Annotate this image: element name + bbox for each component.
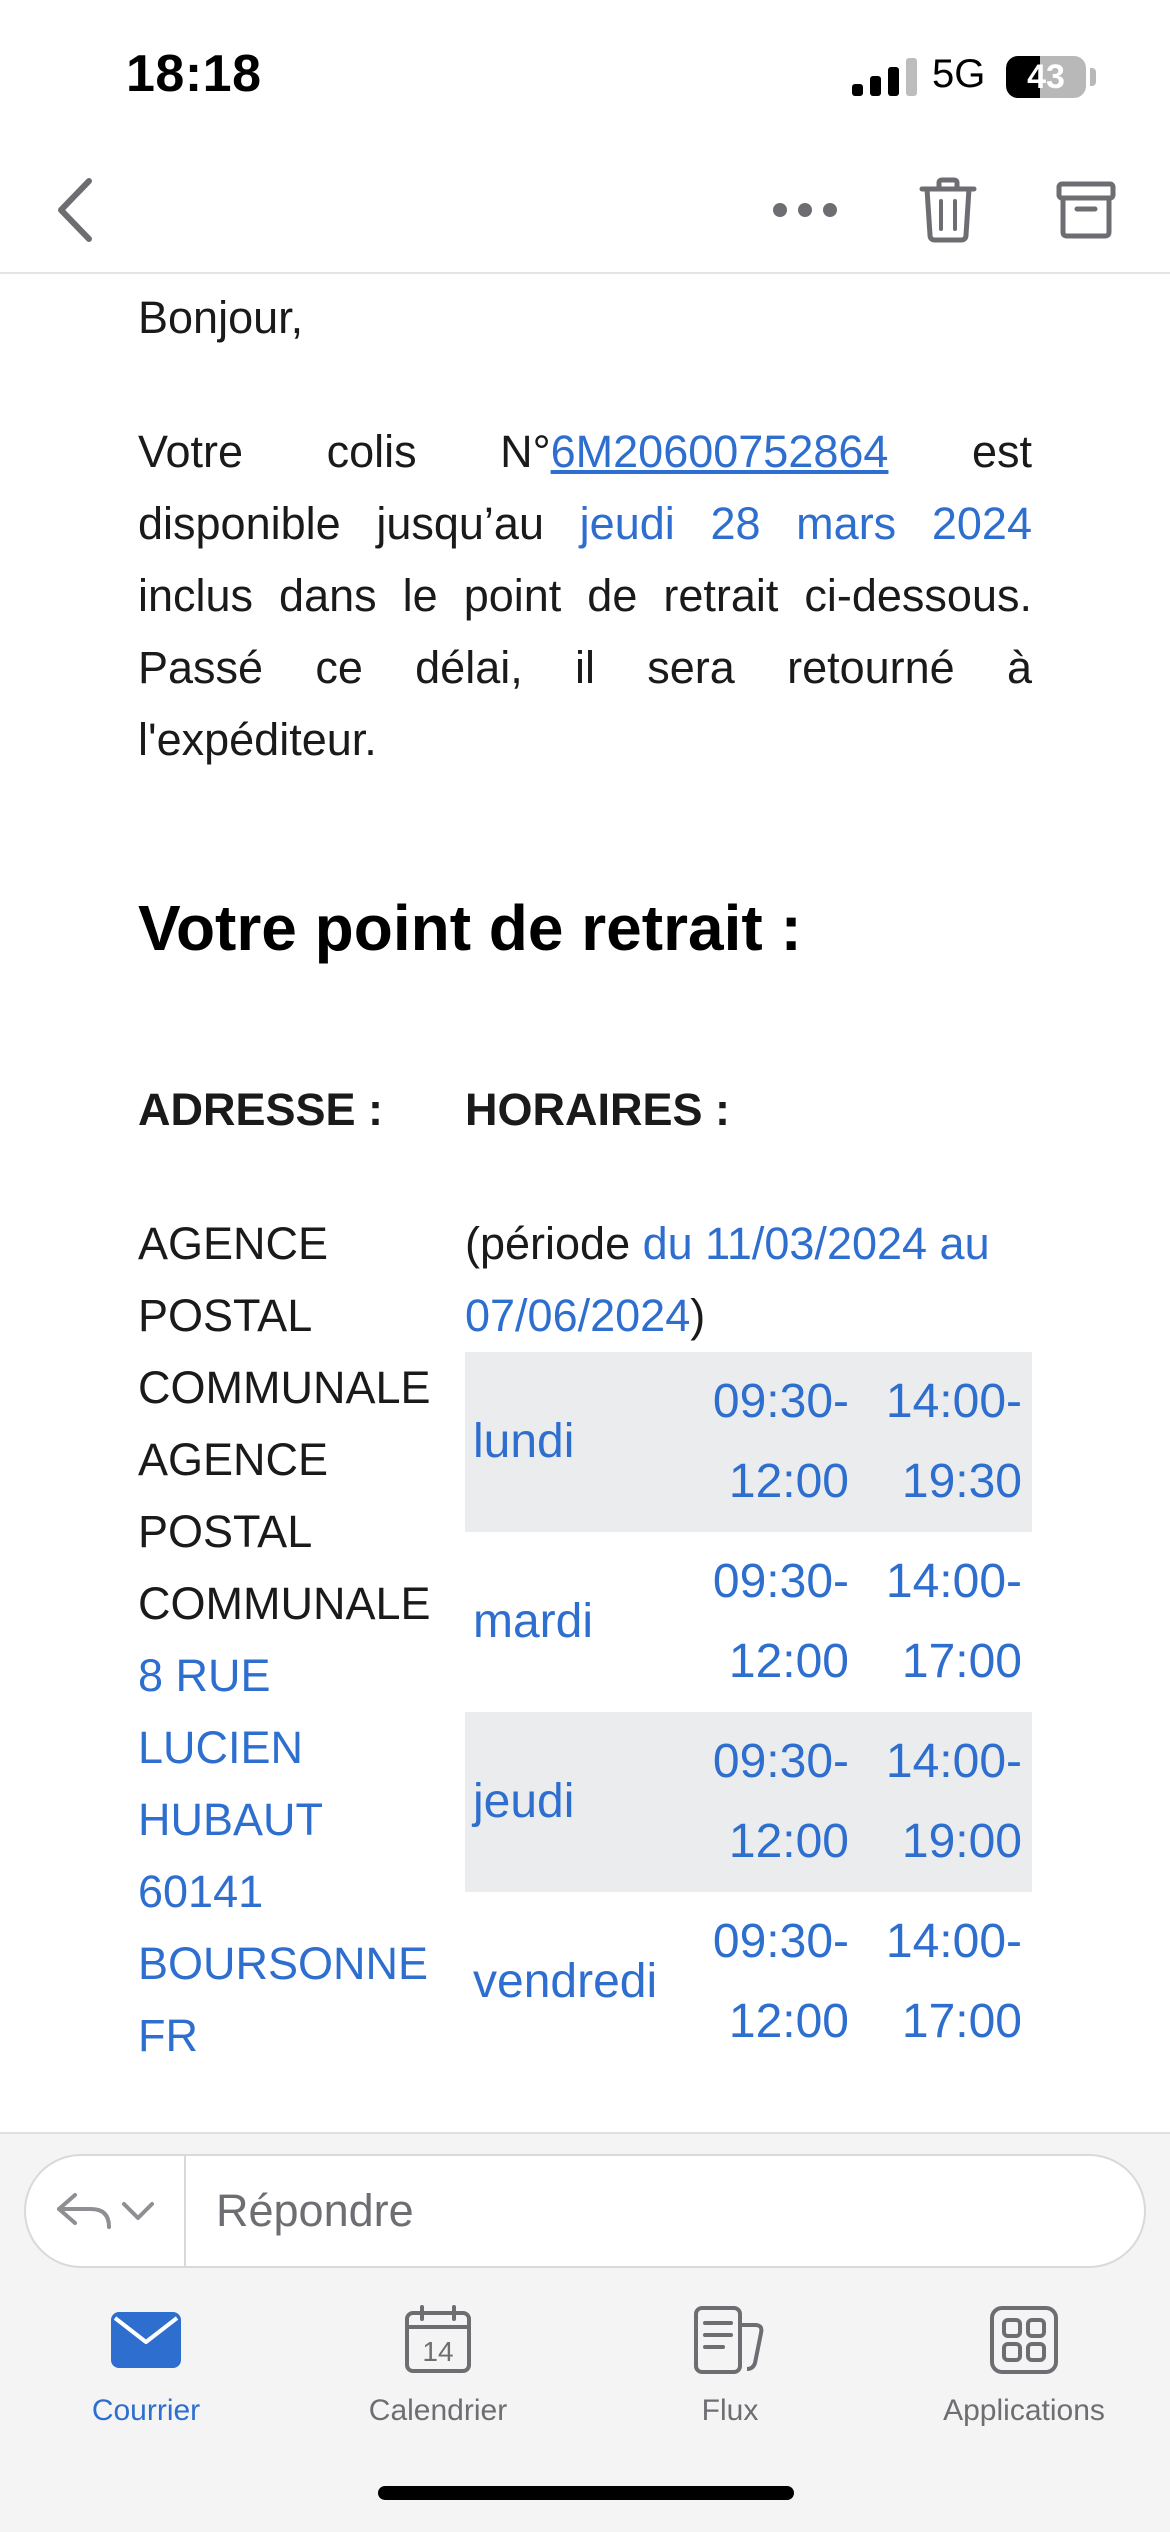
pm-start: 14:00- [885,1375,1022,1428]
pm-start: 14:00- [885,1555,1022,1608]
signal-strength-icon [852,58,918,96]
tab-label: Calendrier [368,2394,508,2427]
delete-button[interactable] [908,168,988,252]
para-prefix: Votre colis N° [138,426,551,477]
trash-icon [919,177,977,243]
hours-block: (période du 11/03/2024 au 07/06/2024) lu… [465,1208,1032,2072]
feed-icon [694,2306,764,2374]
hours-period: (période du 11/03/2024 au 07/06/2024) [465,1208,1032,1352]
pm-end: 19:00 [901,1815,1022,1868]
network-type: 5G [932,52,986,96]
hours-row: lundi 09:30- 12:00 14:00- 19:30 [465,1352,1032,1532]
pm-start: 14:00- [885,1735,1022,1788]
morning-hours[interactable]: 09:30- 12:00 [689,1712,859,1892]
address-line: POSTAL [138,1506,313,1557]
tab-applications[interactable]: Applications [894,2300,1154,2428]
address-link-line[interactable]: 60141 [138,1856,458,1928]
tracking-number-link[interactable]: 6M20600752864 [551,426,889,477]
address-link-line[interactable]: BOURSONNE [138,1928,458,2000]
morning-hours[interactable]: 09:30- 12:00 [689,1532,859,1712]
battery-level: 43 [1027,58,1065,96]
chevron-down-icon [122,2202,154,2220]
calendar-icon: 14 [405,2305,471,2373]
afternoon-hours[interactable]: 14:00- 19:00 [859,1712,1032,1892]
reply-input[interactable]: Répondre [216,2156,414,2266]
status-time: 18:18 [126,45,262,103]
am-end: 12:00 [728,1635,849,1688]
pm-end: 17:00 [901,1635,1022,1688]
tab-label: Flux [701,2394,759,2427]
morning-hours[interactable]: 09:30- 12:00 [689,1892,859,2072]
am-start: 09:30- [712,1735,849,1788]
morning-hours[interactable]: 09:30- 12:00 [689,1352,859,1532]
am-end: 12:00 [728,1455,849,1508]
reply-options-button[interactable] [26,2156,186,2266]
afternoon-hours[interactable]: 14:00- 19:30 [859,1352,1032,1532]
day-label[interactable]: vendredi [465,1892,689,2072]
reply-arrow-icon [57,2193,111,2229]
notice-paragraph: Votre colis N°6M20600752864 est disponib… [138,416,1032,776]
archive-icon [1056,181,1116,239]
am-start: 09:30- [712,1375,849,1428]
address-block: AGENCE POSTAL COMMUNALE AGENCE POSTAL CO… [138,1208,458,2072]
status-bar: 18:18 5G 43 [0,0,1170,150]
am-start: 09:30- [712,1555,849,1608]
address-link-line[interactable]: 8 RUE [138,1640,458,1712]
mail-icon [111,2312,181,2368]
day-label[interactable]: lundi [465,1352,689,1532]
address-link-line[interactable]: HUBAUT [138,1784,458,1856]
pickup-point-heading: Votre point de retrait : [138,892,802,964]
address-link-line[interactable]: FR [138,2000,458,2072]
ellipsis-icon [773,203,837,217]
period-prefix: (période [465,1218,643,1269]
email-body: Bonjour, Votre colis N°6M20600752864 est… [138,282,1032,2074]
address-line: COMMUNALE [138,1578,431,1629]
email-toolbar [0,150,1170,274]
address-line: COMMUNALE [138,1362,431,1413]
address-line: AGENCE [138,1218,329,1269]
bottom-bar: Répondre Courrier 14 Calendrier Flux App… [0,2132,1170,2532]
tab-feed[interactable]: Flux [600,2300,860,2428]
reply-bar[interactable]: Répondre [24,2154,1146,2268]
hours-row: vendredi 09:30- 12:00 14:00- 17:00 [465,1892,1032,2072]
greeting: Bonjour, [138,292,304,343]
chevron-left-icon [58,178,92,242]
hours-row: jeudi 09:30- 12:00 14:00- 19:00 [465,1712,1032,1892]
address-link-line[interactable]: LUCIEN [138,1712,458,1784]
pickup-point-info: ADRESSE : HORAIRES : AGENCE POSTAL COMMU… [138,1074,1032,2074]
address-line: AGENCE [138,1434,329,1485]
archive-button[interactable] [1046,168,1126,252]
battery-tip [1090,68,1096,86]
hours-table: lundi 09:30- 12:00 14:00- 19:30 mardi 09:3… [465,1352,1032,2072]
deadline-date[interactable]: jeudi 28 mars 2024 [580,498,1032,549]
am-end: 12:00 [728,1815,849,1868]
address-line: POSTAL [138,1290,313,1341]
hours-title: HORAIRES : [465,1084,731,1135]
home-indicator[interactable] [378,2486,794,2500]
hours-row: mardi 09:30- 12:00 14:00- 17:00 [465,1532,1032,1712]
address-title: ADRESSE : [138,1084,384,1135]
period-suffix: ) [690,1290,706,1341]
pm-end: 19:30 [901,1455,1022,1508]
day-label[interactable]: mardi [465,1532,689,1712]
am-start: 09:30- [712,1915,849,1968]
pm-start: 14:00- [885,1915,1022,1968]
apps-grid-icon [990,2306,1058,2374]
calendar-date: 14 [422,2336,453,2367]
tab-calendar[interactable]: 14 Calendrier [308,2300,568,2428]
tab-mail[interactable]: Courrier [16,2300,276,2428]
afternoon-hours[interactable]: 14:00- 17:00 [859,1892,1032,2072]
tab-label: Applications [943,2394,1105,2427]
more-button[interactable] [760,170,850,250]
day-label[interactable]: jeudi [465,1712,689,1892]
battery-icon: 43 [1006,56,1086,98]
back-button[interactable] [40,170,110,250]
tab-label: Courrier [91,2394,201,2427]
para-suffix: inclus dans le point de retrait ci-desso… [138,570,1032,765]
am-end: 12:00 [728,1995,849,2048]
pm-end: 17:00 [901,1995,1022,2048]
afternoon-hours[interactable]: 14:00- 17:00 [859,1532,1032,1712]
